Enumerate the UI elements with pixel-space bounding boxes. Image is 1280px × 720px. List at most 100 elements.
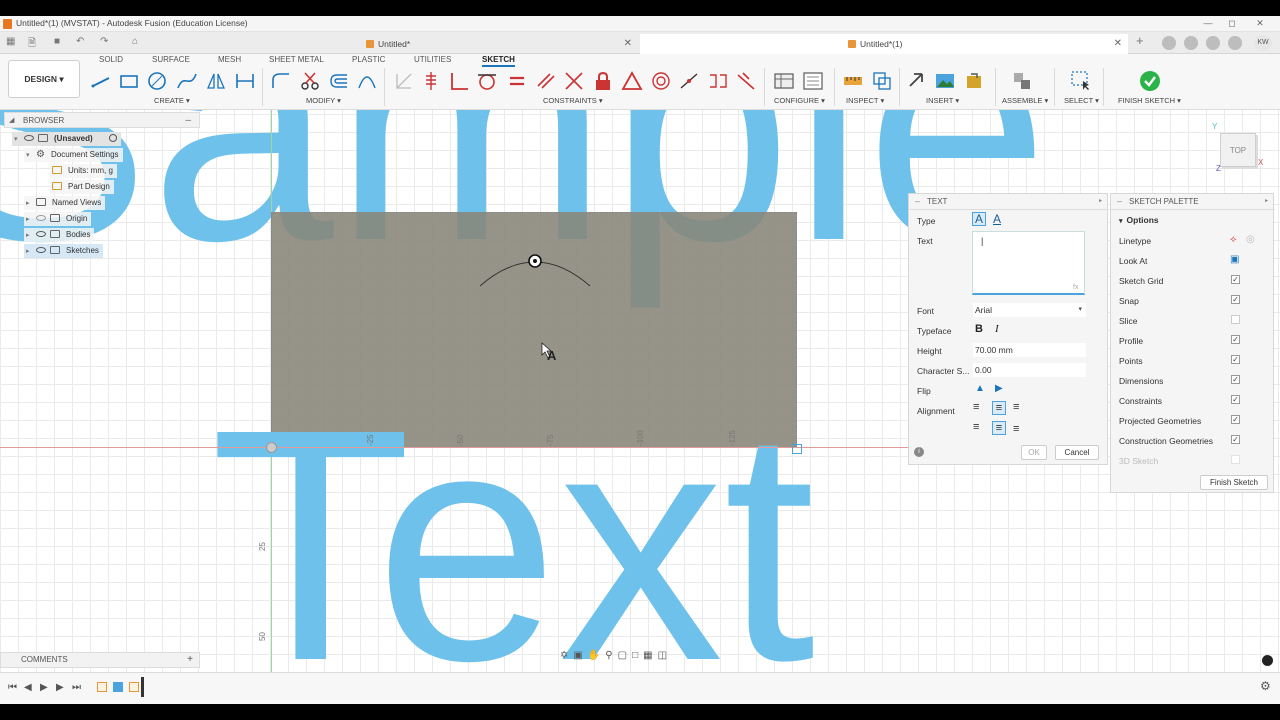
text-dialog-header[interactable]: – TEXT ‣ — [909, 194, 1109, 210]
help-icon[interactable] — [1228, 36, 1242, 50]
browser-item-named-views[interactable]: ▸ Named Views — [24, 196, 106, 210]
add-comment-icon[interactable]: + — [187, 653, 193, 667]
configure-rules-icon[interactable] — [802, 70, 824, 92]
collinear-constraint-icon[interactable] — [563, 70, 585, 92]
step-back-icon[interactable]: ◀ — [24, 682, 32, 693]
rectangle-tool-icon[interactable] — [118, 70, 140, 92]
height-input[interactable]: 70.00 mm — [973, 343, 1086, 357]
font-select[interactable]: Arial ▾ — [973, 303, 1086, 317]
ok-button[interactable]: OK — [1021, 445, 1047, 460]
projected-geometries-checkbox[interactable]: ✓ — [1231, 415, 1240, 424]
timeline-settings-gear-icon[interactable]: ⚙ — [1260, 679, 1271, 693]
tab-surface[interactable]: SURFACE — [152, 55, 190, 64]
app-grid-icon[interactable]: ▦ — [6, 36, 15, 47]
profile-checkbox[interactable]: ✓ — [1231, 335, 1240, 344]
fix-constraint-icon[interactable] — [592, 70, 614, 92]
sketch-palette-header[interactable]: – SKETCH PALETTE ‣ — [1111, 194, 1275, 210]
smooth-constraint-icon[interactable] — [707, 70, 729, 92]
expand-arrow-icon[interactable]: ▾ — [14, 133, 24, 147]
dimensions-checkbox[interactable]: ✓ — [1231, 375, 1240, 384]
browser-item-units[interactable]: Units: mm, g — [50, 164, 117, 178]
text-anchor-point[interactable] — [792, 444, 802, 454]
expand-arrow-icon[interactable]: ▸ — [26, 229, 36, 243]
assemble-joint-icon[interactable] — [1011, 70, 1033, 92]
tab-sheet-metal[interactable]: SHEET METAL — [269, 55, 324, 64]
home-icon[interactable]: ⌂ — [132, 36, 138, 47]
tab-untitled[interactable]: Untitled* ✕ — [148, 34, 638, 54]
tab-untitled-1[interactable]: Untitled*(1) ✕ — [640, 34, 1128, 54]
tab-mesh[interactable]: MESH — [218, 55, 241, 64]
text-type-single-icon[interactable]: A — [972, 212, 986, 226]
notifications-icon[interactable] — [1206, 36, 1220, 50]
midpoint-constraint-icon[interactable] — [621, 70, 643, 92]
expand-arrow-icon[interactable]: ▸ — [26, 213, 36, 227]
align-right-icon[interactable]: ≡ — [1013, 401, 1019, 413]
redo-icon[interactable]: ↷ — [100, 36, 108, 47]
timeline-sketch-feature-icon[interactable] — [129, 682, 139, 692]
step-forward-icon[interactable]: ▶ — [56, 682, 64, 693]
display-settings-icon[interactable]: □ — [632, 650, 643, 661]
viewcube[interactable]: TOP — [1220, 133, 1256, 167]
spline-tool-icon[interactable] — [176, 70, 198, 92]
text-input[interactable]: | — [972, 231, 1085, 295]
align-bottom-icon[interactable]: ≡ — [1013, 423, 1019, 435]
configure-menu[interactable]: CONFIGURE ▾ — [774, 96, 825, 105]
mirror-tool-icon[interactable] — [205, 70, 227, 92]
sketch-curve-icon[interactable] — [356, 70, 378, 92]
sketch-grid-checkbox[interactable]: ✓ — [1231, 275, 1240, 284]
timeline-sketch-feature-icon[interactable] — [97, 682, 107, 692]
finish-sketch-check-icon[interactable] — [1139, 70, 1161, 92]
zoom-icon[interactable]: ⚲ — [605, 650, 617, 661]
parallel-constraint-icon[interactable] — [535, 70, 557, 92]
finish-sketch-menu[interactable]: FINISH SKETCH ▾ — [1118, 96, 1181, 105]
tab-sketch[interactable]: SKETCH — [482, 55, 515, 67]
concentric-constraint-icon[interactable] — [650, 70, 672, 92]
insert-image-icon[interactable] — [934, 70, 956, 92]
browser-item-bodies[interactable]: ▸ Bodies — [24, 228, 95, 243]
dialog-collapse-icon[interactable]: – — [915, 194, 920, 209]
tab-utilities[interactable]: UTILITIES — [414, 55, 451, 64]
visibility-eye-icon[interactable] — [36, 247, 46, 253]
palette-options-icon[interactable]: ‣ — [1264, 194, 1269, 209]
align-top-icon[interactable]: ≡ — [973, 421, 979, 433]
points-checkbox[interactable]: ✓ — [1231, 355, 1240, 364]
timeline-extrude-feature-icon[interactable] — [113, 682, 123, 692]
align-left-icon[interactable]: ≡ — [973, 401, 979, 413]
align-center-icon[interactable]: ≡ — [992, 401, 1006, 415]
construction-geometries-checkbox[interactable]: ✓ — [1231, 435, 1240, 444]
viewports-icon[interactable]: ◫ — [658, 650, 672, 661]
browser-root-node[interactable]: ▾ (Unsaved) — [12, 132, 121, 146]
insert-mcmaster-icon[interactable] — [963, 70, 985, 92]
tangent-constraint-icon[interactable] — [476, 70, 498, 92]
options-section[interactable]: ▾ Options — [1119, 215, 1159, 225]
modify-menu[interactable]: MODIFY ▾ — [306, 96, 341, 105]
pan-icon[interactable]: ✋ — [588, 650, 605, 661]
insert-menu[interactable]: INSERT ▾ — [926, 96, 959, 105]
flip-horizontal-icon[interactable]: ▲ — [975, 383, 985, 394]
browser-item-document-settings[interactable]: ▾ ⚙ Document Settings — [24, 148, 123, 162]
fillet-tool-icon[interactable] — [270, 70, 292, 92]
tab-plastic[interactable]: PLASTIC — [352, 55, 385, 64]
perpendicular-constraint-icon[interactable] — [448, 70, 470, 92]
close-tab-icon[interactable]: ✕ — [624, 34, 632, 54]
play-icon[interactable]: ▶ — [40, 682, 48, 693]
symmetry-constraint-icon[interactable] — [678, 70, 700, 92]
fx-icon[interactable]: fx — [1073, 284, 1078, 291]
browser-item-part-design[interactable]: Part Design — [50, 180, 114, 194]
sketch-arc[interactable] — [470, 248, 600, 288]
tab-solid[interactable]: SOLID — [99, 55, 123, 64]
italic-icon[interactable]: I — [995, 323, 999, 335]
workspace-switcher[interactable]: DESIGN ▾ — [8, 60, 80, 98]
file-menu-icon[interactable]: 🗎 — [28, 36, 36, 53]
cancel-button[interactable]: Cancel — [1055, 445, 1099, 460]
configure-table-icon[interactable] — [773, 70, 795, 92]
browser-header[interactable]: ◢ BROWSER – — [4, 112, 200, 128]
collapse-arrow-icon[interactable]: ◢ — [9, 113, 14, 128]
assemble-menu[interactable]: ASSEMBLE ▾ — [1002, 96, 1048, 105]
comments-panel[interactable]: COMMENTS + — [0, 652, 200, 668]
insert-derive-icon[interactable] — [906, 70, 928, 92]
minimize-icon[interactable]: — — [1196, 16, 1220, 32]
horizontal-vertical-constraint-icon[interactable] — [393, 70, 415, 92]
coincident-constraint-icon[interactable] — [420, 70, 442, 92]
go-to-start-icon[interactable]: ⏮ — [8, 682, 17, 693]
